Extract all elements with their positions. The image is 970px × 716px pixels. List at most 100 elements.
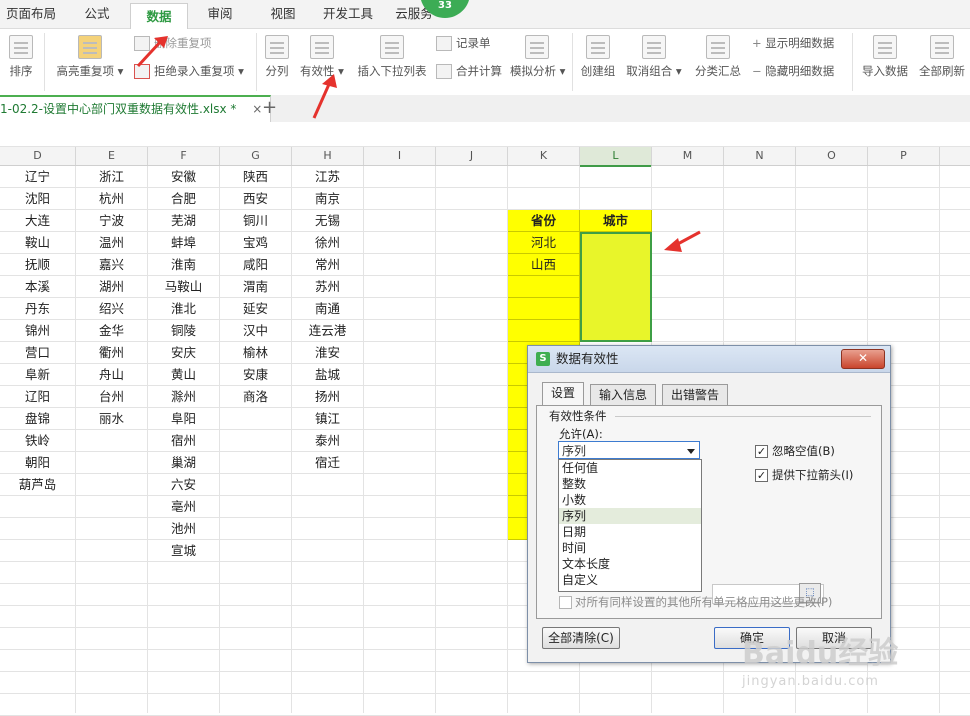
province-empty-cell[interactable] <box>508 320 580 342</box>
table-cell[interactable]: 安庆 <box>148 342 219 364</box>
table-cell[interactable]: 苏州 <box>292 276 363 298</box>
hide-detail-button[interactable]: − 隐藏明细数据 <box>752 62 834 80</box>
subtotal-button[interactable]: 分类汇总 <box>692 35 744 79</box>
table-cell[interactable]: 朝阳 <box>0 452 75 474</box>
table-cell[interactable]: 宁波 <box>76 210 147 232</box>
table-cell[interactable]: 嘉兴 <box>76 254 147 276</box>
table-cell[interactable]: 浙江 <box>76 166 147 188</box>
table-cell[interactable]: 榆林 <box>220 342 291 364</box>
table-cell[interactable]: 锦州 <box>0 320 75 342</box>
column-header-d[interactable]: D <box>0 147 76 165</box>
table-cell[interactable]: 常州 <box>292 254 363 276</box>
table-cell[interactable]: 丹东 <box>0 298 75 320</box>
column-header-k[interactable]: K <box>508 147 580 165</box>
consolidate-button[interactable]: 合并计算 <box>436 62 502 80</box>
table-cell[interactable]: 咸阳 <box>220 254 291 276</box>
table-cell[interactable]: 镇江 <box>292 408 363 430</box>
table-cell[interactable]: 连云港 <box>292 320 363 342</box>
import-data-button[interactable]: 导入数据 <box>858 35 912 79</box>
table-cell[interactable]: 渭南 <box>220 276 291 298</box>
table-cell[interactable]: 汉中 <box>220 320 291 342</box>
column-header-l[interactable]: L <box>580 147 652 167</box>
table-cell[interactable]: 徐州 <box>292 232 363 254</box>
header-city-cell[interactable]: 城市 <box>580 210 652 232</box>
header-province-cell[interactable]: 省份 <box>508 210 580 232</box>
column-header-n[interactable]: N <box>724 147 796 165</box>
table-cell[interactable]: 宿迁 <box>292 452 363 474</box>
table-cell[interactable]: 金华 <box>76 320 147 342</box>
option-integer[interactable]: 整数 <box>559 476 701 492</box>
what-if-button[interactable]: 模拟分析 ▾ <box>510 35 565 79</box>
document-tab[interactable]: 1-02.2-设置中心部门双重数据有效性.xlsx * × <box>0 95 272 123</box>
table-cell[interactable]: 江苏 <box>292 166 363 188</box>
table-cell[interactable]: 湖州 <box>76 276 147 298</box>
option-sequence[interactable]: 序列 <box>559 508 701 524</box>
table-cell[interactable]: 丽水 <box>76 408 147 430</box>
menu-developer[interactable]: 开发工具 <box>316 0 380 28</box>
menu-formula[interactable]: 公式 <box>70 0 124 28</box>
table-cell[interactable]: 沈阳 <box>0 188 75 210</box>
table-cell[interactable]: 铁岭 <box>0 430 75 452</box>
table-cell[interactable]: 宝鸡 <box>220 232 291 254</box>
menu-review[interactable]: 审阅 <box>195 0 245 28</box>
table-cell[interactable]: 葫芦岛 <box>0 474 75 496</box>
table-cell[interactable]: 淮南 <box>148 254 219 276</box>
ignore-blank-checkbox[interactable]: ✓ <box>755 445 768 458</box>
province-empty-cell[interactable] <box>508 298 580 320</box>
column-header-j[interactable]: J <box>436 147 508 165</box>
table-cell[interactable]: 营口 <box>0 342 75 364</box>
option-decimal[interactable]: 小数 <box>559 492 701 508</box>
table-cell[interactable]: 阜新 <box>0 364 75 386</box>
option-any-value[interactable]: 任何值 <box>559 460 701 476</box>
dialog-title-bar[interactable]: S 数据有效性 ✕ <box>528 346 890 373</box>
table-cell[interactable]: 盘锦 <box>0 408 75 430</box>
validity-button[interactable]: 有效性 ▾ <box>298 35 346 79</box>
dropdown-arrow-checkbox[interactable]: ✓ <box>755 469 768 482</box>
menu-data[interactable]: 数据 <box>130 3 188 30</box>
table-cell[interactable]: 辽阳 <box>0 386 75 408</box>
ungroup-button[interactable]: 取消组合 ▾ <box>624 35 684 79</box>
table-cell[interactable]: 无锡 <box>292 210 363 232</box>
table-cell[interactable]: 巢湖 <box>148 452 219 474</box>
table-cell[interactable]: 商洛 <box>220 386 291 408</box>
table-cell[interactable]: 宣城 <box>148 540 219 562</box>
highlight-duplicates-button[interactable]: 高亮重复项 ▾ <box>52 35 128 79</box>
table-cell[interactable]: 绍兴 <box>76 298 147 320</box>
table-cell[interactable]: 马鞍山 <box>148 276 219 298</box>
split-columns-button[interactable]: 分列 <box>262 35 292 79</box>
province-empty-cell[interactable] <box>508 276 580 298</box>
close-icon[interactable]: × <box>252 97 262 121</box>
column-header-m[interactable]: M <box>652 147 724 165</box>
table-cell[interactable]: 陕西 <box>220 166 291 188</box>
table-cell[interactable]: 温州 <box>76 232 147 254</box>
table-cell[interactable]: 鞍山 <box>0 232 75 254</box>
table-cell[interactable]: 抚顺 <box>0 254 75 276</box>
column-header-o[interactable]: O <box>796 147 868 165</box>
table-cell[interactable]: 池州 <box>148 518 219 540</box>
tab-input-message[interactable]: 输入信息 <box>590 384 657 405</box>
column-header-f[interactable]: F <box>148 147 220 165</box>
table-cell[interactable]: 淮安 <box>292 342 363 364</box>
table-cell[interactable]: 合肥 <box>148 188 219 210</box>
refresh-all-button[interactable]: 全部刷新 <box>916 35 968 79</box>
table-cell[interactable]: 铜陵 <box>148 320 219 342</box>
table-cell[interactable]: 铜川 <box>220 210 291 232</box>
table-cell[interactable]: 泰州 <box>292 430 363 452</box>
table-cell[interactable]: 西安 <box>220 188 291 210</box>
table-cell[interactable]: 延安 <box>220 298 291 320</box>
table-cell[interactable]: 安康 <box>220 364 291 386</box>
table-cell[interactable]: 芜湖 <box>148 210 219 232</box>
table-cell[interactable]: 亳州 <box>148 496 219 518</box>
insert-dropdown-button[interactable]: 插入下拉列表 <box>354 35 430 79</box>
table-cell[interactable]: 阜阳 <box>148 408 219 430</box>
table-cell[interactable]: 南通 <box>292 298 363 320</box>
show-detail-button[interactable]: + 显示明细数据 <box>752 34 834 52</box>
record-form-button[interactable]: 记录单 <box>436 34 491 52</box>
option-text-length[interactable]: 文本长度 <box>559 556 701 572</box>
table-cell[interactable]: 安徽 <box>148 166 219 188</box>
column-header-h[interactable]: H <box>292 147 364 165</box>
table-cell[interactable]: 舟山 <box>76 364 147 386</box>
add-tab-button[interactable]: + <box>262 95 277 121</box>
table-cell[interactable]: 宿州 <box>148 430 219 452</box>
clear-all-button[interactable]: 全部清除(C) <box>542 627 620 649</box>
